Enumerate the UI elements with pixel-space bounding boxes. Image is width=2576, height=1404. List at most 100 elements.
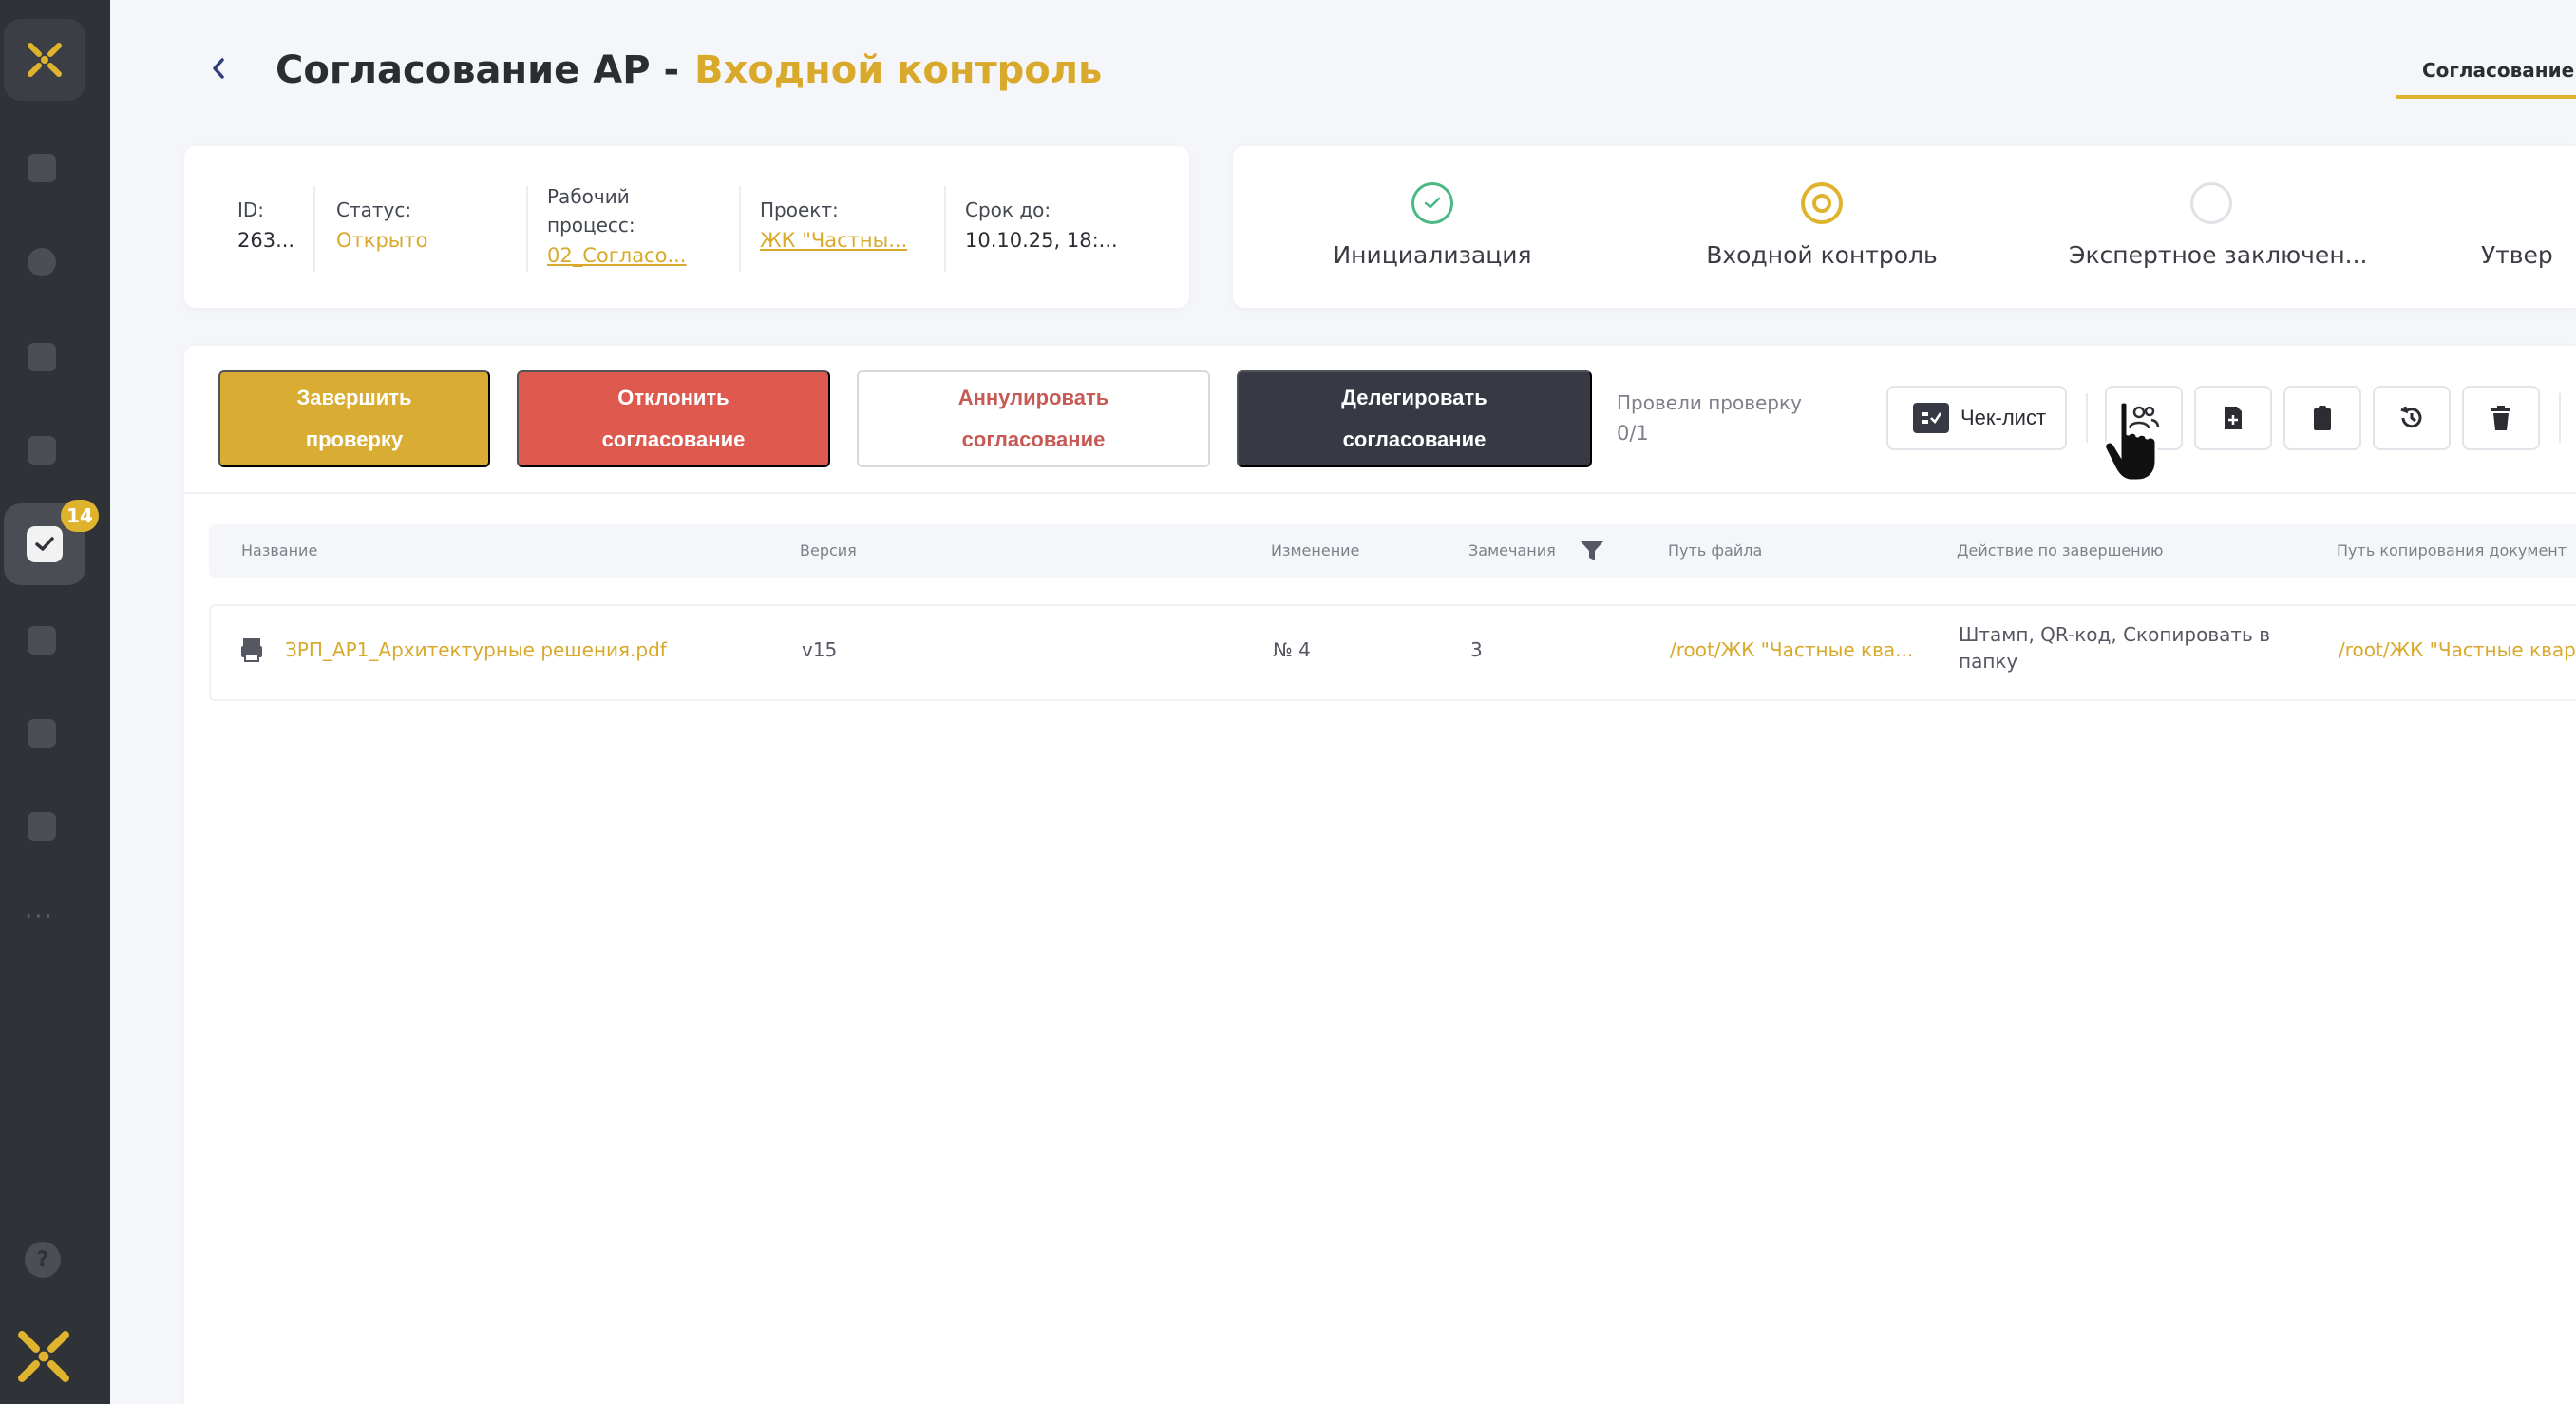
deadline-label: Срок до:	[965, 199, 1051, 221]
hand-cursor-icon	[2103, 400, 2158, 483]
current-step-dot	[1812, 194, 1831, 213]
help-icon[interactable]: ?	[25, 1242, 61, 1278]
document-add-icon	[2225, 407, 2242, 429]
app-window: 14 ··· ? Согласование АР - Входной контр…	[0, 0, 2576, 1404]
table-row[interactable]: ЗРП_АР1_Архитектурные решения.pdf v15 № …	[209, 604, 2576, 701]
sidebar: 14 ··· ?	[0, 0, 110, 1404]
delete-button[interactable]	[2462, 386, 2540, 450]
add-document-button[interactable]	[2194, 386, 2272, 450]
column-name[interactable]: Название	[241, 524, 317, 578]
finish-review-label: Завершить проверку	[296, 386, 412, 451]
check-circle-icon	[1411, 182, 1453, 224]
documents-panel	[184, 346, 2576, 1404]
tab-approval[interactable]: Согласование	[2396, 53, 2576, 99]
document-name-link[interactable]: ЗРП_АР1_Архитектурные решения.pdf	[285, 638, 667, 661]
project-link[interactable]: ЖК "Частны...	[760, 224, 907, 256]
deadline-value: 10.10.25, 18:...	[965, 229, 1118, 252]
review-progress-value: 0/1	[1617, 422, 1649, 445]
column-completion-action[interactable]: Действие по завершению	[1957, 524, 2164, 578]
column-copy-path[interactable]: Путь копирования документ	[2337, 524, 2567, 578]
info-id: ID: 263...	[237, 146, 294, 308]
current-step-icon	[1801, 182, 1843, 224]
checklist-button[interactable]: Чек-лист	[1886, 386, 2067, 450]
history-button[interactable]	[2373, 386, 2451, 450]
step-expert-opinion[interactable]: Экспертное заключен...	[2069, 146, 2368, 308]
sidebar-item-documents[interactable]	[21, 336, 63, 378]
step-label: Входной контроль	[1706, 241, 1938, 269]
step-label: Инициализация	[1333, 241, 1532, 269]
step-label: Утвер	[2481, 241, 2553, 269]
more-icon[interactable]: ···	[25, 904, 63, 929]
annul-approval-label: Аннулировать согласование	[957, 386, 1109, 451]
id-value: 263...	[237, 229, 295, 252]
chevron-left-icon	[213, 58, 224, 79]
divider	[739, 186, 741, 272]
step-label: Экспертное заключен...	[2069, 241, 2368, 269]
clipboard-button[interactable]	[2283, 386, 2361, 450]
copy-path-link[interactable]: /root/ЖК "Частные квар	[2339, 638, 2576, 661]
sidebar-item-video[interactable]	[21, 147, 63, 189]
delegate-approval-button[interactable]: Делегировать согласование	[1237, 370, 1592, 467]
video-icon	[28, 154, 56, 182]
page-title: Согласование АР - Входной контроль	[275, 42, 1102, 99]
reject-approval-label: Отклонить согласование	[601, 386, 746, 451]
document-remarks: 3	[1470, 638, 1483, 661]
toolbar-divider	[2559, 393, 2561, 443]
pdf-file-icon	[239, 636, 264, 668]
clipboard-icon	[2314, 406, 2331, 430]
document-version: v15	[802, 638, 838, 661]
step-approval[interactable]: Утвер	[2458, 146, 2576, 308]
building-icon	[28, 719, 56, 748]
project-label: Проект:	[760, 199, 839, 221]
brand-logo-icon	[18, 1331, 69, 1382]
status-label: Статус:	[336, 199, 412, 221]
finish-review-button[interactable]: Завершить проверку	[218, 370, 490, 467]
workflow-stepper: Инициализация Входной контроль Экспертно…	[1233, 146, 2576, 308]
pending-step-icon	[2190, 182, 2232, 224]
info-workflow: Рабочий процесс: 02_Согласо...	[547, 146, 686, 308]
chart-icon	[28, 812, 56, 841]
divider	[313, 186, 315, 272]
app-logo[interactable]	[4, 19, 85, 101]
column-version[interactable]: Версия	[800, 524, 857, 578]
alert-icon	[28, 436, 56, 465]
file-path-link[interactable]: /root/ЖК "Частные ква...	[1670, 638, 1913, 661]
page-title-main: Согласование АР -	[275, 48, 680, 92]
sidebar-item-calendar[interactable]	[21, 619, 63, 661]
column-change[interactable]: Изменение	[1271, 524, 1359, 578]
clock-icon	[28, 248, 56, 276]
sidebar-item-reports[interactable]	[21, 806, 63, 847]
step-incoming-control[interactable]: Входной контроль	[1679, 146, 1964, 308]
sidebar-item-history[interactable]	[21, 241, 63, 283]
workflow-link[interactable]: 02_Согласо...	[547, 239, 686, 272]
column-remarks[interactable]: Замечания	[1468, 524, 1556, 578]
status-value: Открыто	[336, 229, 428, 252]
workflow-label: Рабочий	[547, 185, 630, 208]
calendar-icon	[28, 626, 56, 655]
completion-action-line: папку	[1959, 650, 2018, 673]
document-icon	[28, 343, 56, 371]
checklist-label: Чек-лист	[1960, 406, 2047, 429]
back-button[interactable]	[199, 42, 237, 95]
info-status: Статус: Открыто	[336, 146, 427, 308]
reject-approval-button[interactable]: Отклонить согласование	[517, 370, 830, 467]
info-deadline: Срок до: 10.10.25, 18:...	[965, 146, 1118, 308]
notification-badge: 14	[61, 500, 99, 532]
toolbar-divider	[2086, 393, 2088, 443]
workflow-label-2: процесс:	[547, 214, 635, 237]
document-change: № 4	[1273, 638, 1311, 661]
sidebar-item-alerts[interactable]	[21, 429, 63, 471]
approval-info-card: ID: 263... Статус: Открыто Рабочий проце…	[184, 146, 1189, 308]
logo-icon	[28, 43, 62, 77]
delegate-approval-label: Делегировать согласование	[1341, 386, 1487, 451]
step-initialization[interactable]: Инициализация	[1290, 146, 1575, 308]
sidebar-item-buildings[interactable]	[21, 712, 63, 754]
history-icon	[2400, 406, 2422, 428]
filter-icon[interactable]	[1579, 540, 1605, 562]
id-label: ID:	[237, 199, 265, 221]
column-file-path[interactable]: Путь файла	[1668, 524, 1762, 578]
brand-logo	[8, 1325, 80, 1388]
divider	[944, 186, 946, 272]
completion-action-line: Штамп, QR-код, Скопировать в	[1959, 623, 2270, 646]
annul-approval-button[interactable]: Аннулировать согласование	[857, 370, 1210, 467]
